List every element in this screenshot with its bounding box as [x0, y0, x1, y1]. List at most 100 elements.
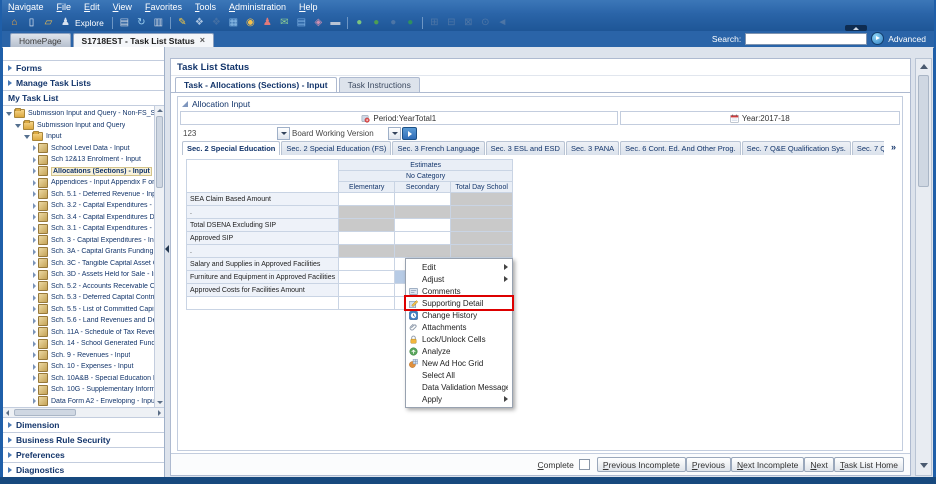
footer-button-previous[interactable]: Previous [686, 457, 731, 472]
copy-version-icon[interactable]: ▤ [293, 15, 310, 30]
catalog-icon[interactable]: ▤ [116, 15, 133, 30]
grid-cell[interactable] [339, 245, 395, 258]
search-go-button[interactable] [871, 32, 884, 45]
context-menu-item-attachments[interactable]: Attachments [406, 321, 512, 333]
sidebar-section-my-task-list[interactable]: My Task List [3, 90, 164, 106]
tree-item-sch-10g-supplementary-informat[interactable]: Sch. 10G - Supplementary Informat [3, 384, 155, 396]
collapsed-arrow-icon[interactable] [33, 398, 36, 404]
collapsed-arrow-icon[interactable] [33, 145, 36, 151]
section-tab-sec-7-q-e-grid[interactable]: Sec. 7 Q&E Grid [852, 141, 884, 155]
collapsed-arrow-icon[interactable] [33, 249, 36, 255]
tree-item-sch-5-3-deferred-capital-contribu[interactable]: Sch. 5.3 - Deferred Capital Contribu [3, 292, 155, 304]
grid-cell[interactable] [451, 206, 513, 219]
context-menu-item-supporting-detail[interactable]: Supporting Detail [406, 297, 512, 309]
collapsed-arrow-icon[interactable] [33, 226, 36, 232]
tree-scroll-right-icon[interactable] [155, 408, 164, 417]
collapsed-arrow-icon[interactable] [33, 387, 36, 393]
sidebar-section-manage-task-lists[interactable]: Manage Task Lists [3, 75, 164, 90]
tab-task-allocations-sections-input[interactable]: Task - Allocations (Sections) - Input [175, 77, 337, 92]
tree-item-sch-5-5-list-of-committed-capital[interactable]: Sch. 5.5 - List of Committed Capital [3, 304, 155, 316]
section-tab-sec-3-french-language[interactable]: Sec. 3 French Language [392, 141, 484, 155]
pov-period-cell[interactable]: Period:YearTotal1 [180, 111, 618, 125]
tree-item-sch-3-4-capital-expenditures-det[interactable]: Sch. 3.4 - Capital Expenditures Det [3, 212, 155, 224]
tree-item-sch-3c-tangible-capital-asset-co[interactable]: Sch. 3C - Tangible Capital Asset Co [3, 258, 155, 270]
scroll-down-icon[interactable] [916, 459, 931, 472]
tree-scroll-left-icon[interactable] [3, 408, 12, 417]
home-icon[interactable]: ⌂ [6, 15, 23, 30]
collapsed-arrow-icon[interactable] [33, 260, 36, 266]
collapsed-arrow-icon[interactable] [33, 341, 36, 347]
refresh-icon[interactable]: ↻ [133, 15, 150, 30]
tree-item-data-form-a2-enveloping-input[interactable]: Data Form A2 - Enveloping - Input [3, 396, 155, 408]
orb-next-icon[interactable]: ● [368, 15, 385, 30]
menu-view[interactable]: View [113, 2, 132, 12]
context-menu-item-edit[interactable]: Edit [406, 261, 512, 273]
tree-item-sch-12-13-enrolment-input[interactable]: Sch 12&13 Enrolment - Input [3, 154, 155, 166]
grid-cell[interactable] [339, 219, 395, 232]
collapsed-arrow-icon[interactable] [33, 283, 36, 289]
expanded-arrow-icon[interactable] [6, 112, 12, 116]
tree-item-sch-10-expenses-input[interactable]: Sch. 10 - Expenses - Input [3, 361, 155, 373]
version-dropdown-arrow-icon[interactable] [388, 127, 401, 140]
tree-item-sch-3-capital-expenditures-inpu[interactable]: Sch. 3 - Capital Expenditures - Inpu [3, 235, 155, 247]
collapsed-arrow-icon[interactable] [33, 272, 36, 278]
context-menu-item-analyze[interactable]: Analyze [406, 345, 512, 357]
sidebar-section-preferences[interactable]: Preferences [3, 447, 164, 462]
explore-label[interactable]: Explore [75, 18, 104, 28]
document-tab-s1718est-task-list-status[interactable]: S1718EST - Task List Status× [73, 33, 214, 47]
launch-rules-icon[interactable]: ❖ [191, 15, 208, 30]
section-tab-sec-2-special-education-fs[interactable]: Sec. 2 Special Education (FS) [281, 141, 391, 155]
menu-administration[interactable]: Administration [229, 2, 286, 12]
grid-cell[interactable] [339, 193, 395, 206]
context-menu-item-change-history[interactable]: Change History [406, 309, 512, 321]
collapsed-arrow-icon[interactable] [33, 157, 36, 163]
collapsed-arrow-icon[interactable] [33, 352, 36, 358]
grid-cell[interactable] [395, 206, 451, 219]
grid-cell[interactable] [395, 232, 451, 245]
collapsed-arrow-icon[interactable] [33, 329, 36, 335]
main-vertical-scrollbar[interactable] [915, 58, 932, 476]
section-tab-sec-7-q-e-qualification-sys[interactable]: Sec. 7 Q&E Qualification Sys. [742, 141, 851, 155]
section-tab-sec-3-esl-and-esd[interactable]: Sec. 3 ESL and ESD [486, 141, 565, 155]
tree-item-sch-10a-b-special-education-exp[interactable]: Sch. 10A&B - Special Education Exp [3, 373, 155, 385]
tab-task-instructions[interactable]: Task Instructions [339, 77, 420, 92]
footer-button-next-incomplete[interactable]: Next Incomplete [731, 457, 804, 472]
complete-checkbox[interactable] [579, 459, 590, 470]
tree-item-submission-input-and-query[interactable]: Submission Input and Query [3, 120, 155, 132]
tree-item-sch-3d-assets-held-for-sale-inp[interactable]: Sch. 3D - Assets Held for Sale - Inp [3, 269, 155, 281]
grid-cell[interactable] [395, 245, 451, 258]
scroll-thumb[interactable] [918, 75, 929, 187]
tree-item-sch-14-school-generated-funds[interactable]: Sch. 14 - School Generated Funds - [3, 338, 155, 350]
approvals-icon[interactable]: ✉ [276, 15, 293, 30]
footer-button-task-list-home[interactable]: Task List Home [834, 457, 904, 472]
collapsed-arrow-icon[interactable] [33, 295, 36, 301]
tree-item-allocations-sections-input[interactable]: Allocations (Sections) - Input [3, 166, 155, 178]
collapsed-arrow-icon[interactable] [33, 180, 36, 186]
context-menu-item-select-all[interactable]: Select All [406, 369, 512, 381]
tree-hscroll-thumb[interactable] [14, 409, 76, 416]
splitter-collapse-icon[interactable] [165, 245, 169, 253]
close-tab-icon[interactable]: × [200, 36, 205, 45]
orb-go-icon[interactable]: ● [402, 15, 419, 30]
tree-scroll-up-icon[interactable] [155, 106, 164, 115]
tree-item-sch-9-revenues-input[interactable]: Sch. 9 - Revenues - Input [3, 350, 155, 362]
collapse-handle[interactable] [845, 25, 867, 31]
context-menu-item-lock-unlock-cells[interactable]: Lock/Unlock Cells [406, 333, 512, 345]
context-menu-item-new-ad-hoc-grid[interactable]: New Ad Hoc Grid [406, 357, 512, 369]
tree-item-sch-5-1-deferred-revenue-inpu[interactable]: Sch. 5.1 - Deferred Revenue - Inpu [3, 189, 155, 201]
tree-scroll-down-icon[interactable] [155, 398, 164, 407]
go-button[interactable] [402, 127, 417, 140]
print-icon[interactable]: ▥ [150, 15, 167, 30]
sidebar-section-forms[interactable]: Forms [3, 60, 164, 75]
expanded-arrow-icon[interactable] [24, 135, 30, 139]
new-document-icon[interactable]: ▯ [23, 15, 40, 30]
grid-cell[interactable] [451, 219, 513, 232]
tree-item-submission-input-and-query-non-fs-soumi[interactable]: Submission Input and Query - Non-FS_Soum… [3, 108, 155, 120]
orb-previous-icon[interactable]: ● [351, 15, 368, 30]
section-tab-sec-6-cont-ed-and-other-prog[interactable]: Sec. 6 Cont. Ed. And Other Prog. [620, 141, 740, 155]
menu-navigate[interactable]: Navigate [8, 2, 44, 12]
pov-year-cell[interactable]: Year:2017-18 [620, 111, 900, 125]
grid-spread-icon[interactable]: ▦ [225, 15, 242, 30]
collapsed-arrow-icon[interactable] [33, 168, 36, 174]
menu-edit[interactable]: Edit [84, 2, 100, 12]
